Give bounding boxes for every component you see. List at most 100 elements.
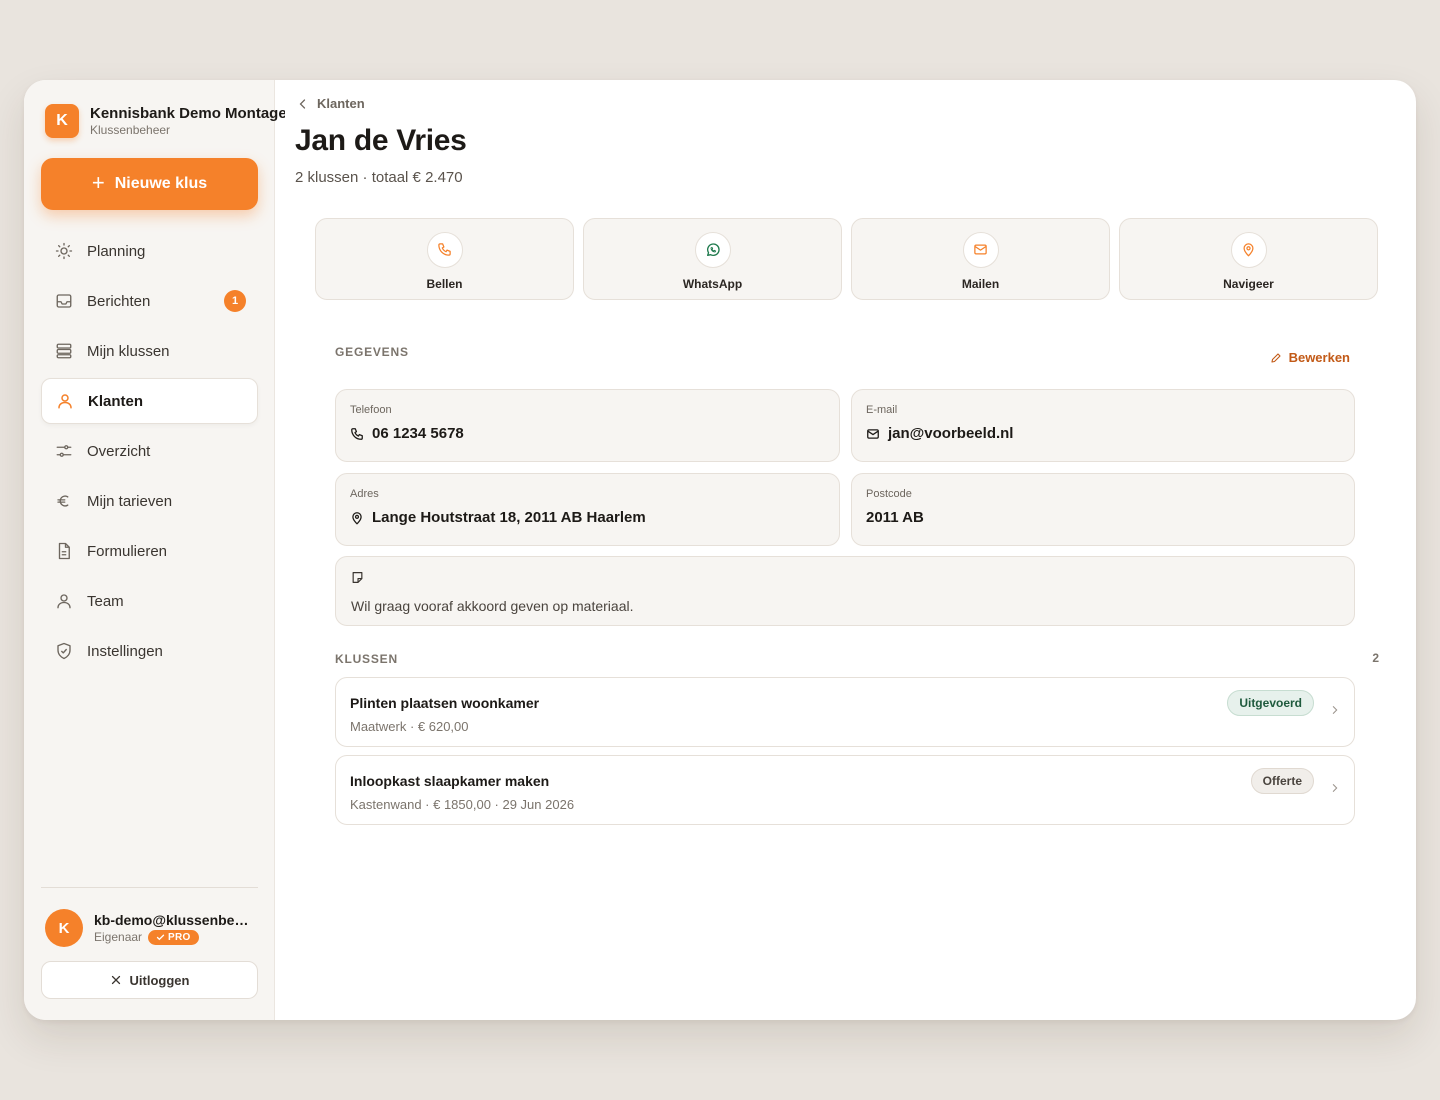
logout-label: Uitloggen bbox=[129, 972, 190, 988]
sidebar-item-label: Berichten bbox=[87, 292, 151, 310]
whatsapp-label: WhatsApp bbox=[682, 276, 743, 291]
logout-button[interactable]: Uitloggen bbox=[41, 961, 258, 999]
user-profile[interactable]: K kb-demo@klussenbeheer.nl Eigenaar PRO bbox=[45, 909, 254, 947]
email-value: jan@voorbeeld.nl bbox=[888, 425, 1014, 442]
brand: K Kennisbank Demo Montage Klussenbeheer bbox=[45, 104, 285, 138]
phone-icon bbox=[351, 427, 363, 440]
jobs-count: 2 bbox=[1372, 651, 1379, 665]
mail-button[interactable]: Mailen bbox=[851, 218, 1110, 300]
job-meta: Kastenwand · € 1850,00 · 29 Jun 2026 bbox=[350, 797, 575, 812]
main-content: Klanten Jan de Vries 2 klussen · totaal … bbox=[275, 80, 1416, 1020]
mail-icon bbox=[962, 231, 999, 268]
sidebar-nav: Planning Berichten 1 Mijn klussen Klante… bbox=[41, 228, 258, 678]
sliders-icon bbox=[53, 440, 75, 462]
chevron-right-icon bbox=[1332, 784, 1338, 792]
sidebar-divider bbox=[41, 887, 258, 888]
call-label: Bellen bbox=[426, 276, 463, 291]
sidebar-item-label: Mijn tarieven bbox=[87, 492, 173, 510]
list-item[interactable]: Inloopkast slaapkamer maken Kastenwand ·… bbox=[335, 755, 1355, 825]
new-job-button[interactable]: + Nieuwe klus bbox=[41, 158, 258, 210]
note-text: Wil graag vooraf akkoord geven op materi… bbox=[351, 598, 634, 614]
document-icon bbox=[53, 540, 75, 562]
new-job-label: Nieuwe klus bbox=[114, 175, 208, 192]
sidebar-item-label: Overzicht bbox=[87, 442, 151, 460]
plus-icon: + bbox=[91, 170, 105, 195]
sun-icon bbox=[53, 240, 75, 262]
back-link[interactable]: Klanten bbox=[297, 96, 365, 111]
team-icon bbox=[53, 590, 75, 612]
address-value: Lange Houtstraat 18, 2011 AB Haarlem bbox=[372, 509, 646, 526]
postcode-field[interactable]: Postcode 2011 AB bbox=[851, 473, 1355, 546]
page-title: Jan de Vries bbox=[295, 124, 467, 157]
whatsapp-button[interactable]: WhatsApp bbox=[583, 218, 842, 300]
brand-logo: K bbox=[45, 104, 79, 138]
address-label: Adres bbox=[350, 488, 379, 500]
brand-subtitle: Klussenbeheer bbox=[90, 123, 171, 137]
edit-button[interactable]: Bewerken bbox=[1270, 350, 1350, 365]
email-field[interactable]: E-mail jan@voorbeeld.nl bbox=[851, 389, 1355, 462]
sidebar-item-label: Formulieren bbox=[87, 542, 168, 560]
user-email: kb-demo@klussenbeheer.nl bbox=[94, 911, 254, 928]
check-icon bbox=[156, 934, 165, 940]
call-button[interactable]: Bellen bbox=[315, 218, 574, 300]
sidebar-item-team[interactable]: Team bbox=[41, 578, 258, 624]
sidebar-item-mijn-tarieven[interactable]: Mijn tarieven bbox=[41, 478, 258, 524]
sidebar-item-formulieren[interactable]: Formulieren bbox=[41, 528, 258, 574]
status-badge: Uitgevoerd bbox=[1227, 690, 1314, 716]
phone-field[interactable]: Telefoon 06 1234 5678 bbox=[335, 389, 840, 462]
brand-name: Kennisbank Demo Montage bbox=[90, 105, 285, 122]
shield-icon bbox=[53, 640, 75, 662]
list-item[interactable]: Plinten plaatsen woonkamer Maatwerk · € … bbox=[335, 677, 1355, 747]
unread-badge: 1 bbox=[224, 290, 246, 312]
edit-label: Bewerken bbox=[1288, 350, 1350, 365]
phone-label: Telefoon bbox=[350, 404, 392, 416]
user-icon bbox=[54, 390, 76, 412]
sidebar-item-label: Team bbox=[87, 592, 124, 610]
phone-icon bbox=[426, 231, 463, 268]
pro-badge: PRO bbox=[148, 929, 199, 945]
details-section-label: GEGEVENS bbox=[335, 345, 409, 359]
mail-label: Mailen bbox=[961, 276, 1000, 291]
job-title: Inloopkast slaapkamer maken bbox=[350, 773, 550, 789]
inbox-icon bbox=[53, 290, 75, 312]
email-label: E-mail bbox=[866, 404, 898, 416]
back-link-label: Klanten bbox=[317, 96, 365, 111]
map-pin-icon bbox=[352, 511, 362, 524]
sidebar-item-mijn-klussen[interactable]: Mijn klussen bbox=[41, 328, 258, 374]
pro-badge-label: PRO bbox=[168, 931, 191, 943]
user-role: Eigenaar bbox=[94, 930, 143, 944]
mail-icon bbox=[867, 428, 879, 439]
stack-icon bbox=[53, 340, 75, 362]
sidebar-item-berichten[interactable]: Berichten 1 bbox=[41, 278, 258, 324]
sidebar-item-klanten[interactable]: Klanten bbox=[41, 378, 258, 424]
app-window: K Kennisbank Demo Montage Klussenbeheer … bbox=[24, 80, 1416, 1020]
postcode-value: 2011 AB bbox=[866, 509, 924, 526]
phone-value: 06 1234 5678 bbox=[372, 425, 464, 442]
job-title: Plinten plaatsen woonkamer bbox=[350, 695, 540, 711]
chevron-left-icon bbox=[299, 98, 306, 109]
note-icon bbox=[352, 572, 363, 583]
navigate-button[interactable]: Navigeer bbox=[1119, 218, 1378, 300]
quick-actions: Bellen WhatsApp Mailen Navigeer bbox=[315, 218, 1378, 300]
note-card[interactable]: Wil graag vooraf akkoord geven op materi… bbox=[335, 556, 1355, 626]
sidebar-item-overzicht[interactable]: Overzicht bbox=[41, 428, 258, 474]
sidebar-item-label: Klanten bbox=[88, 392, 144, 410]
euro-icon bbox=[53, 490, 75, 512]
pencil-icon bbox=[1271, 352, 1281, 363]
postcode-label: Postcode bbox=[866, 488, 912, 500]
sidebar-item-label: Mijn klussen bbox=[87, 342, 170, 360]
chevron-right-icon bbox=[1332, 706, 1338, 714]
navigate-label: Navigeer bbox=[1223, 276, 1274, 291]
job-meta: Maatwerk · € 620,00 bbox=[350, 719, 469, 734]
sidebar-item-label: Instellingen bbox=[87, 642, 163, 660]
customer-summary: 2 klussen · totaal € 2.470 bbox=[295, 169, 463, 186]
address-field[interactable]: Adres Lange Houtstraat 18, 2011 AB Haarl… bbox=[335, 473, 840, 546]
close-icon bbox=[111, 975, 120, 985]
sidebar-item-planning[interactable]: Planning bbox=[41, 228, 258, 274]
jobs-section-label: KLUSSEN bbox=[335, 652, 398, 666]
whatsapp-icon bbox=[694, 231, 731, 268]
avatar: K bbox=[45, 909, 83, 947]
sidebar-item-instellingen[interactable]: Instellingen bbox=[41, 628, 258, 674]
sidebar-item-label: Planning bbox=[87, 242, 146, 260]
map-pin-icon bbox=[1230, 231, 1267, 268]
